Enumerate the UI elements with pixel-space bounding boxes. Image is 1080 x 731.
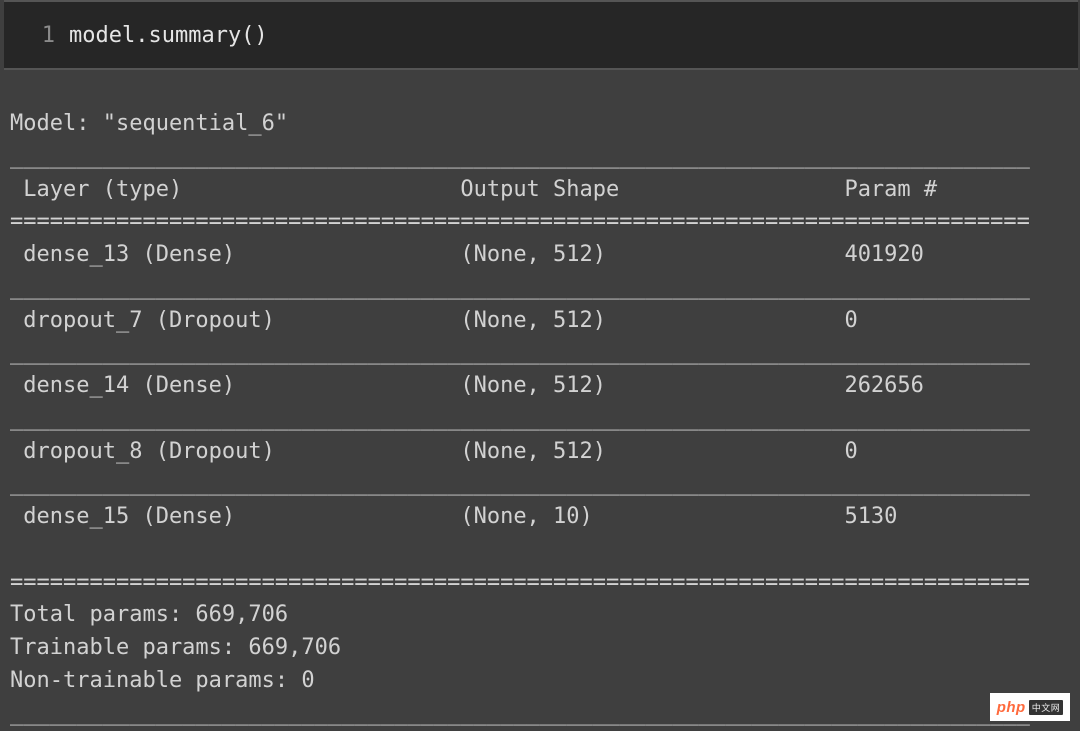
line-number: 1 xyxy=(19,23,69,48)
watermark-brand: php xyxy=(997,699,1026,716)
watermark-badge: php 中文网 xyxy=(990,693,1070,721)
code-cell[interactable]: 1 model.summary() xyxy=(4,0,1078,70)
watermark-cn: 中文网 xyxy=(1029,700,1064,715)
code-line: model.summary() xyxy=(69,23,268,48)
model-summary-output: Model: "sequential_6" __________________… xyxy=(0,92,1080,731)
